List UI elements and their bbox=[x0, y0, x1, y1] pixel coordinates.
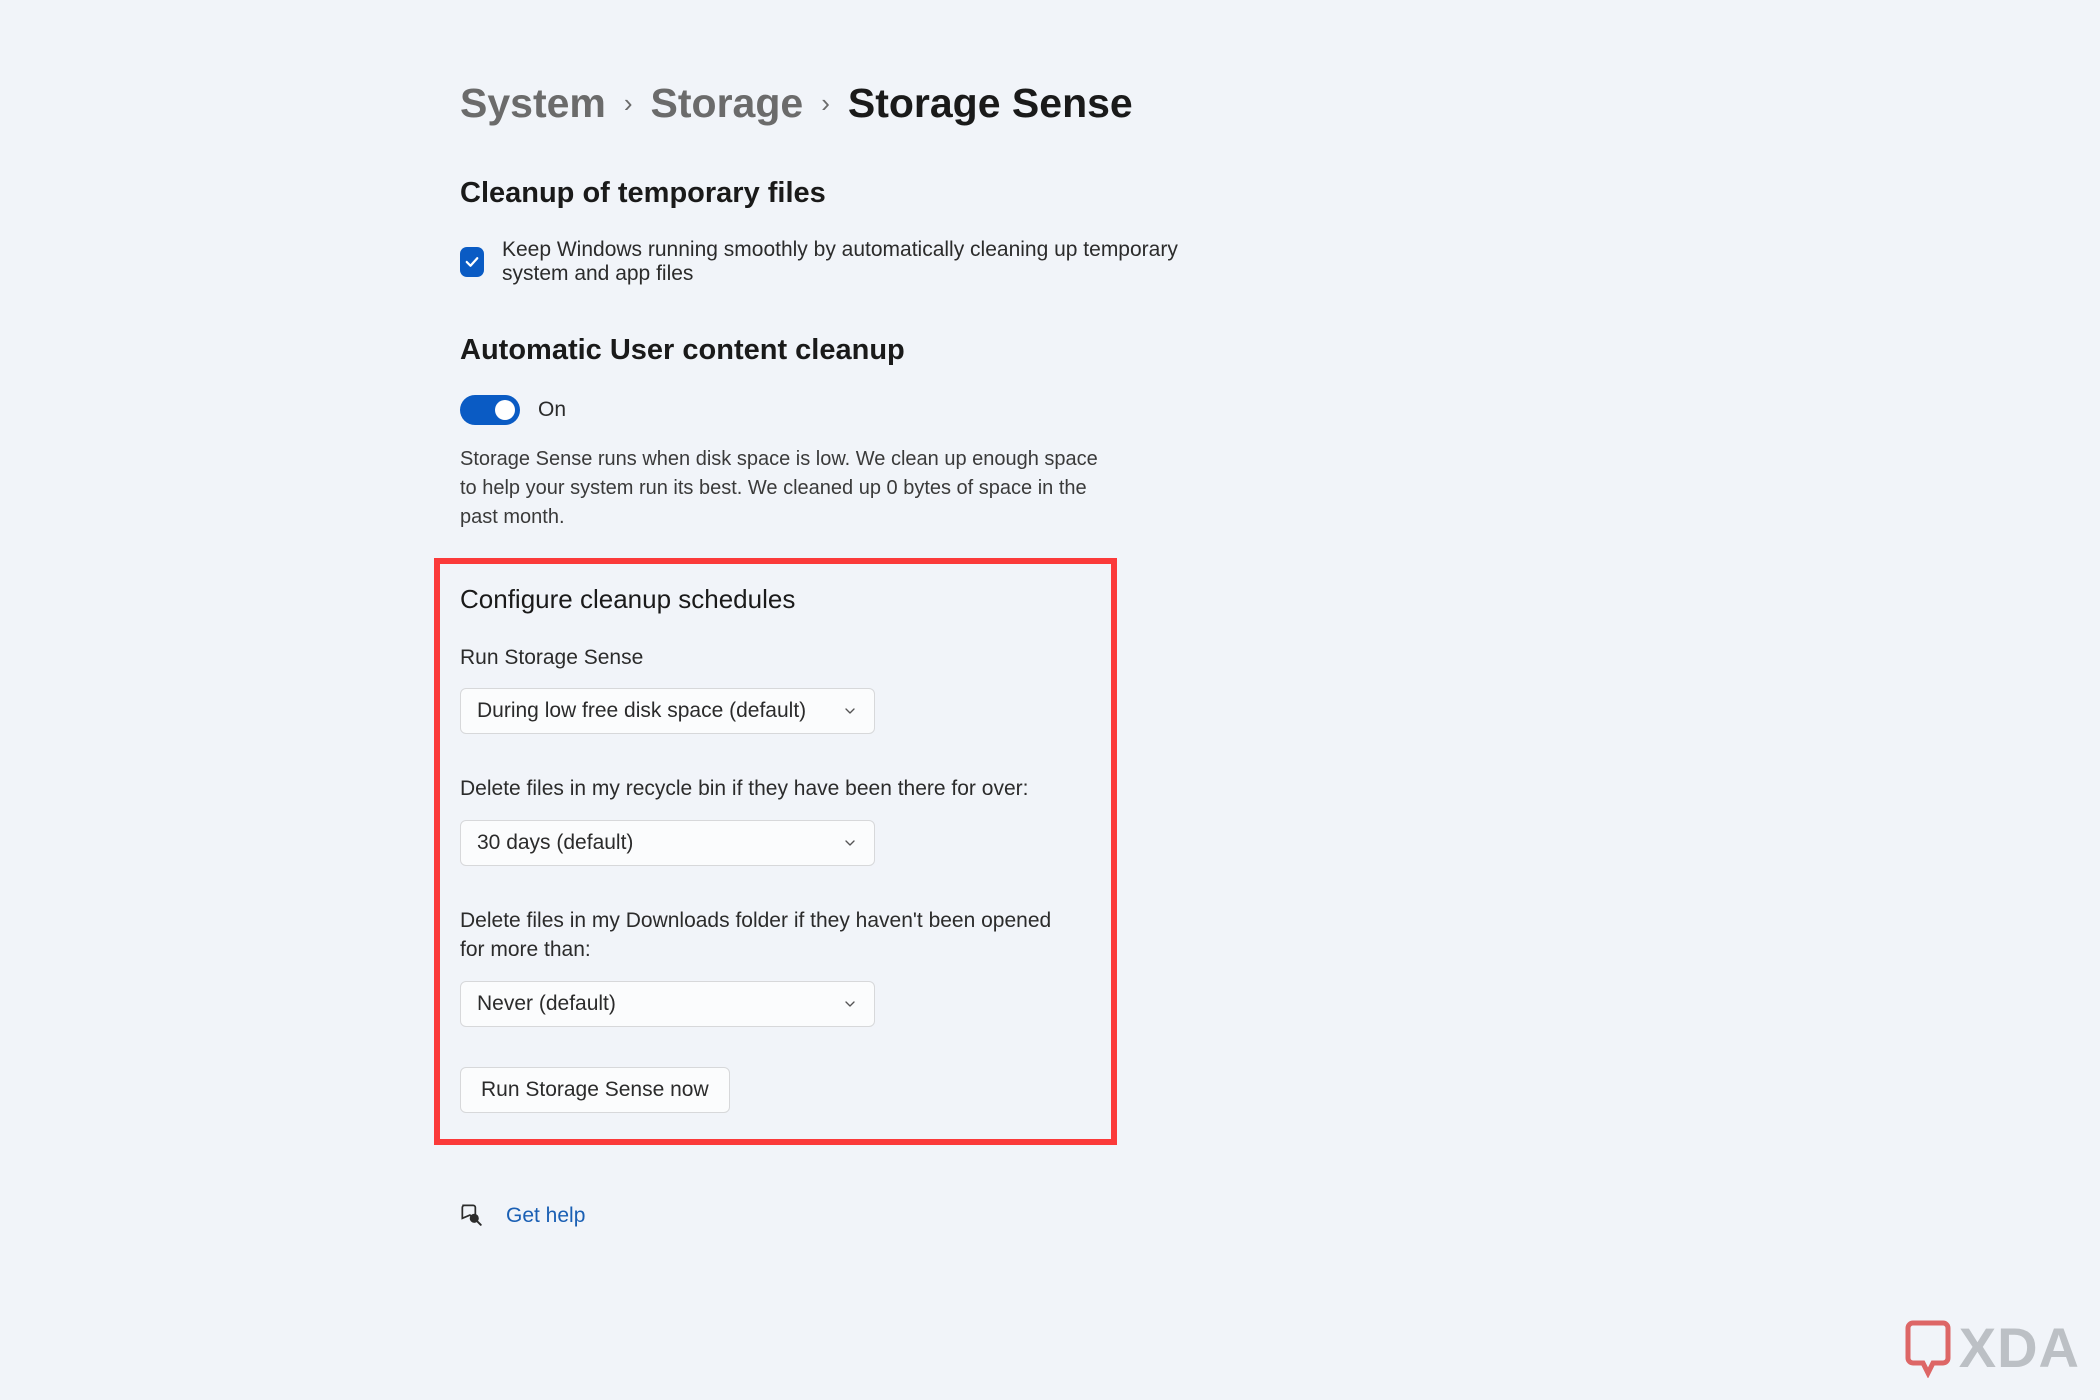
recycle-bin-value: 30 days (default) bbox=[477, 831, 633, 855]
auto-cleanup-toggle[interactable] bbox=[460, 395, 520, 425]
chevron-right-icon: › bbox=[624, 88, 633, 119]
get-help-link[interactable]: Get help bbox=[506, 1204, 585, 1228]
run-storage-sense-now-button[interactable]: Run Storage Sense now bbox=[460, 1067, 730, 1113]
recycle-bin-label: Delete files in my recycle bin if they h… bbox=[460, 774, 1080, 803]
downloads-value: Never (default) bbox=[477, 992, 616, 1016]
recycle-bin-dropdown[interactable]: 30 days (default) bbox=[460, 820, 875, 866]
breadcrumb-storage-sense: Storage Sense bbox=[848, 80, 1133, 127]
run-storage-sense-value: During low free disk space (default) bbox=[477, 699, 806, 723]
xda-watermark: XDA bbox=[1903, 1315, 2080, 1380]
checkmark-icon bbox=[463, 253, 481, 271]
configure-schedules-heading: Configure cleanup schedules bbox=[460, 584, 1091, 615]
configure-schedules-highlight: Configure cleanup schedules Run Storage … bbox=[434, 558, 1117, 1145]
get-help-row: Get help bbox=[458, 1201, 1200, 1232]
chevron-down-icon bbox=[842, 835, 858, 851]
chevron-down-icon bbox=[842, 703, 858, 719]
breadcrumb-system[interactable]: System bbox=[460, 80, 606, 127]
run-storage-sense-dropdown[interactable]: During low free disk space (default) bbox=[460, 688, 875, 734]
downloads-label: Delete files in my Downloads folder if t… bbox=[460, 906, 1080, 965]
chevron-down-icon bbox=[842, 996, 858, 1012]
temp-files-checkbox-label: Keep Windows running smoothly by automat… bbox=[502, 238, 1200, 286]
breadcrumb: System › Storage › Storage Sense bbox=[460, 80, 1200, 127]
auto-cleanup-toggle-row: On bbox=[460, 395, 1200, 425]
run-storage-sense-label: Run Storage Sense bbox=[460, 643, 1080, 672]
help-icon bbox=[458, 1201, 484, 1232]
section-title-auto-cleanup: Automatic User content cleanup bbox=[460, 334, 1200, 367]
chevron-right-icon: › bbox=[821, 88, 830, 119]
downloads-dropdown[interactable]: Never (default) bbox=[460, 981, 875, 1027]
temp-files-checkbox[interactable] bbox=[460, 247, 484, 277]
xda-watermark-text: XDA bbox=[1959, 1315, 2080, 1380]
temp-files-checkbox-row: Keep Windows running smoothly by automat… bbox=[460, 238, 1200, 286]
auto-cleanup-toggle-label: On bbox=[538, 398, 566, 422]
xda-logo-icon bbox=[1903, 1318, 1953, 1378]
auto-cleanup-description: Storage Sense runs when disk space is lo… bbox=[460, 445, 1110, 532]
breadcrumb-storage[interactable]: Storage bbox=[651, 80, 804, 127]
section-title-cleanup-temp: Cleanup of temporary files bbox=[460, 177, 1200, 210]
